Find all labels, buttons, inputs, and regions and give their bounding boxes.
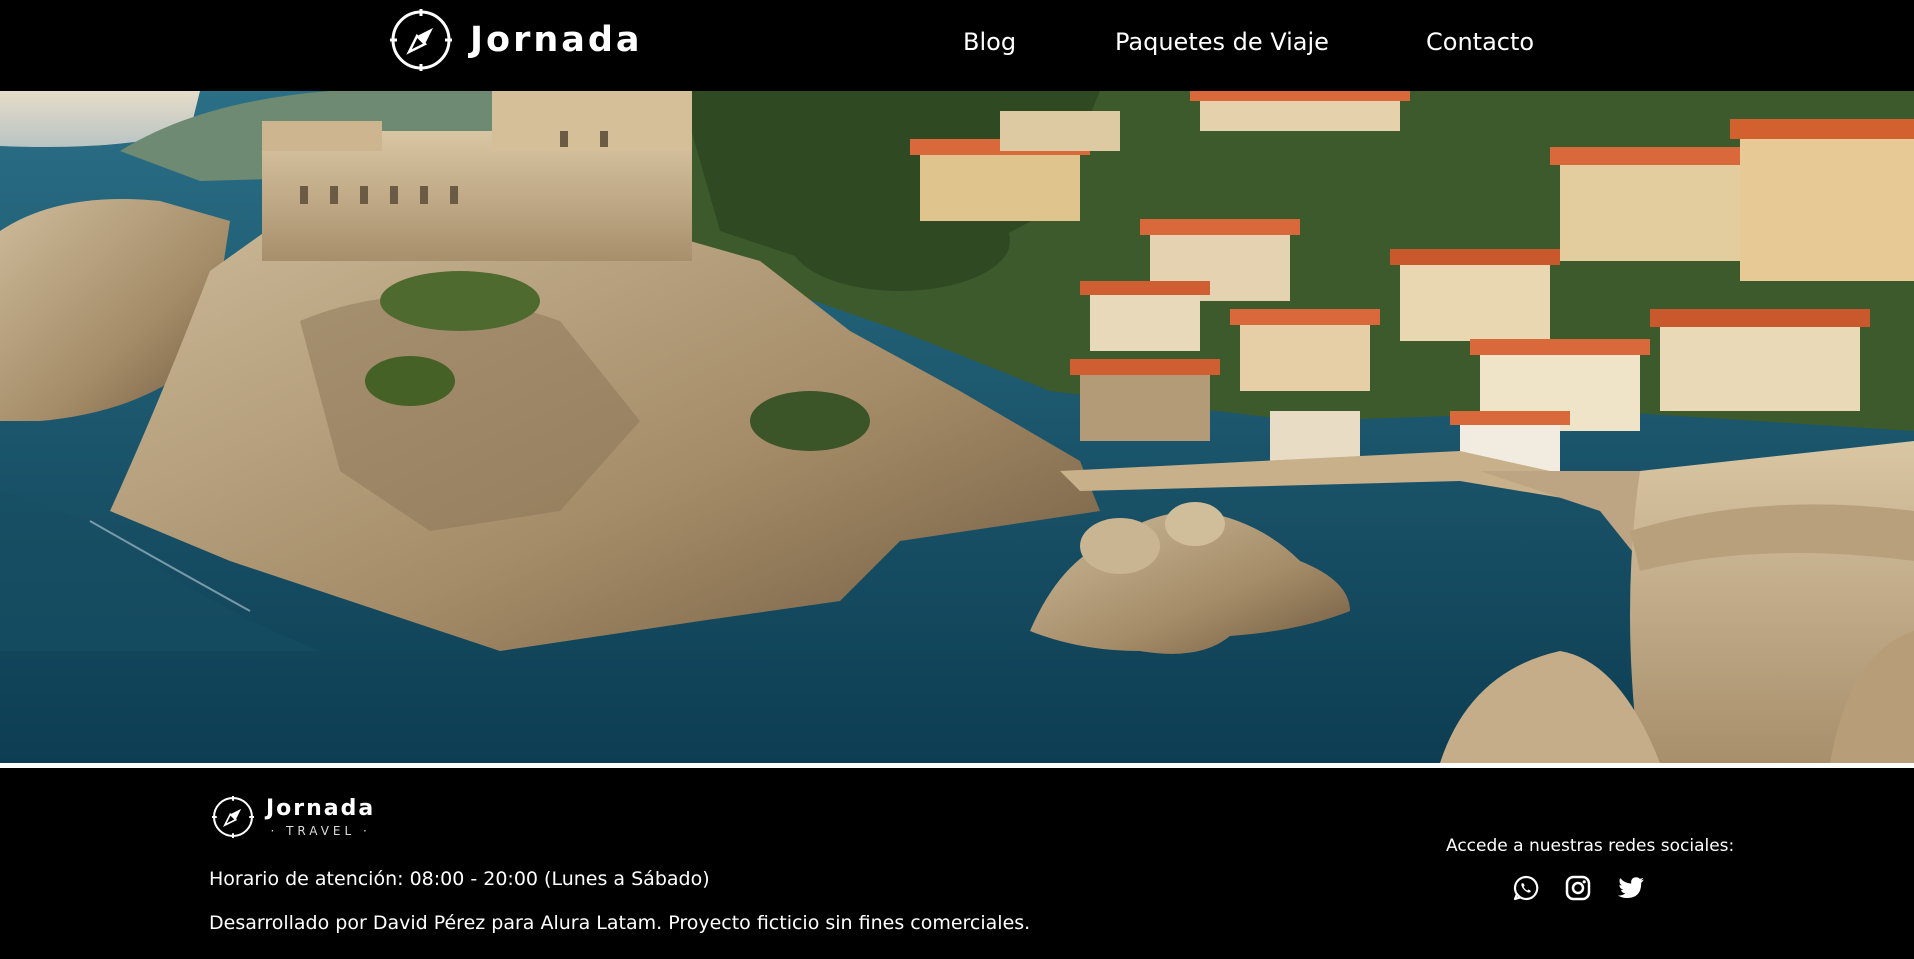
site-header: Jornada Blog Paquetes de Viaje Contacto — [0, 0, 1914, 91]
footer-logo: Jornada · TRAVEL · — [212, 796, 375, 838]
nav-contacto[interactable]: Contacto — [1426, 28, 1534, 56]
compass-icon — [212, 796, 254, 838]
coastal-town-photo — [0, 91, 1914, 763]
nav-paquetes-de-viaje[interactable]: Paquetes de Viaje — [1115, 28, 1329, 56]
social-links — [1512, 874, 1644, 902]
site-footer: Jornada · TRAVEL · Horario de atención: … — [0, 768, 1914, 959]
twitter-link[interactable] — [1616, 874, 1644, 902]
brand-logo-link[interactable]: Jornada — [390, 8, 643, 72]
whatsapp-icon — [1513, 875, 1539, 901]
instagram-icon — [1565, 875, 1591, 901]
footer-brand-sub: · TRAVEL · — [270, 823, 371, 838]
twitter-icon — [1618, 877, 1644, 898]
credits-text: Desarrollado por David Pérez para Alura … — [209, 912, 1031, 934]
compass-icon — [390, 9, 452, 71]
nav-blog[interactable]: Blog — [963, 28, 1016, 56]
opening-hours: Horario de atención: 08:00 - 20:00 (Lune… — [209, 868, 710, 890]
hero-image — [0, 91, 1914, 763]
social-label: Accede a nuestras redes sociales: — [1446, 836, 1735, 856]
brand-name: Jornada — [470, 20, 643, 60]
whatsapp-link[interactable] — [1512, 874, 1540, 902]
instagram-link[interactable] — [1564, 874, 1592, 902]
footer-brand-name: Jornada — [266, 795, 376, 821]
